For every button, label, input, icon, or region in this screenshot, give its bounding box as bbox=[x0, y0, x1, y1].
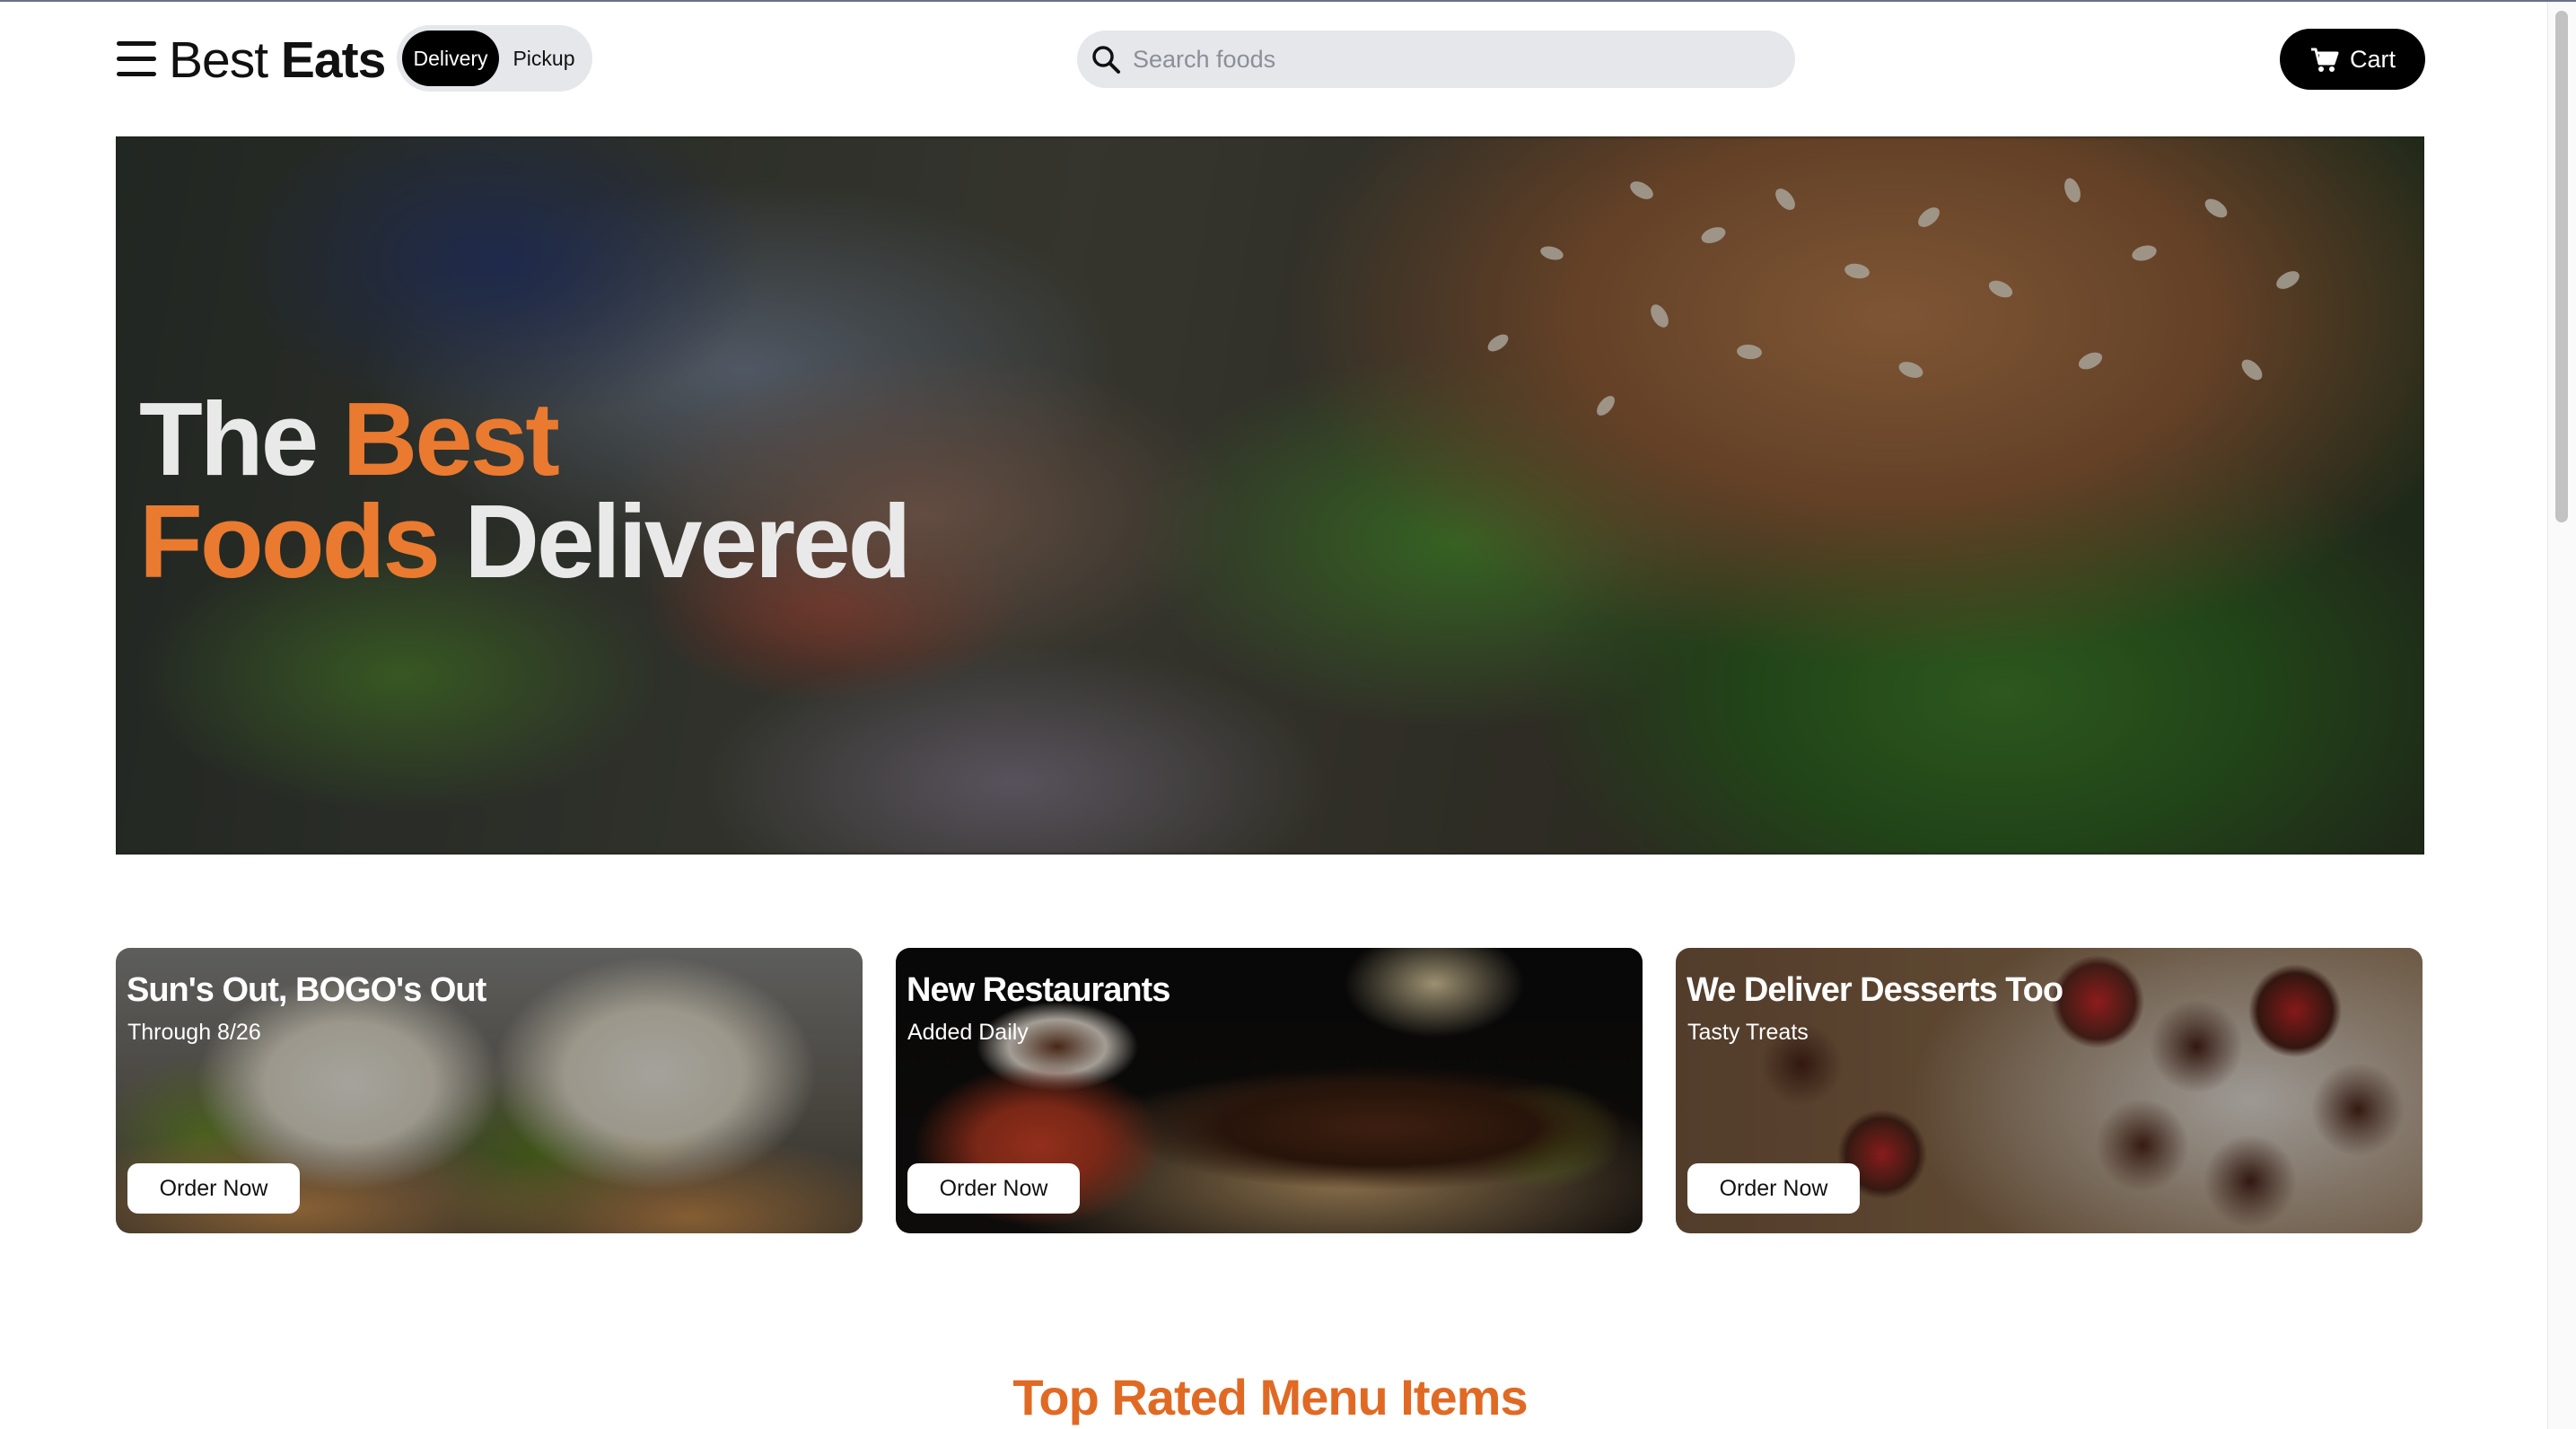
promo-card-bogo[interactable]: Sun's Out, BOGO's Out Through 8/26 Order… bbox=[116, 948, 863, 1233]
search-input[interactable] bbox=[1133, 31, 1779, 88]
promo-card-desserts[interactable]: We Deliver Desserts Too Tasty Treats Ord… bbox=[1676, 948, 2423, 1233]
cart-button[interactable]: Cart bbox=[2280, 29, 2425, 90]
search-icon bbox=[1092, 46, 1120, 74]
promo-subtitle: Added Daily bbox=[907, 1020, 1029, 1045]
delivery-pickup-toggle: Delivery Pickup bbox=[397, 25, 592, 92]
brand-name-bold: Eats bbox=[280, 31, 386, 89]
cart-icon bbox=[2311, 48, 2339, 72]
hero-headline-line-1: The Best bbox=[139, 381, 560, 497]
order-now-button[interactable]: Order Now bbox=[1687, 1163, 1860, 1214]
promo-subtitle: Through 8/26 bbox=[127, 1020, 261, 1045]
promo-subtitle: Tasty Treats bbox=[1687, 1020, 1809, 1045]
promo-card-new-restaurants[interactable]: New Restaurants Added Daily Order Now bbox=[896, 948, 1643, 1233]
promo-title: We Deliver Desserts Too bbox=[1687, 971, 2063, 1009]
order-now-button[interactable]: Order Now bbox=[127, 1163, 300, 1214]
hamburger-menu-icon[interactable] bbox=[117, 41, 156, 77]
section-heading-top-rated: Top Rated Menu Items bbox=[1012, 1369, 1528, 1425]
delivery-option[interactable]: Delivery bbox=[402, 31, 499, 86]
cart-button-label: Cart bbox=[2350, 46, 2396, 73]
search-bar bbox=[1077, 31, 1795, 88]
page: Best Eats Delivery Pickup Cart bbox=[0, 0, 2576, 1429]
page-scrollbar[interactable] bbox=[2547, 2, 2576, 1429]
hero-headline: The Best Foods Delivered bbox=[139, 381, 911, 600]
order-now-button[interactable]: Order Now bbox=[907, 1163, 1080, 1214]
hero-headline-line-2: Foods Delivered bbox=[139, 483, 911, 600]
brand-logo[interactable]: Best Eats bbox=[169, 29, 386, 92]
promo-title: Sun's Out, BOGO's Out bbox=[127, 971, 486, 1009]
promo-title: New Restaurants bbox=[907, 971, 1170, 1009]
hero-banner: The Best Foods Delivered bbox=[116, 136, 2424, 855]
brand-name-light: Best bbox=[169, 31, 268, 89]
scrollbar-thumb[interactable] bbox=[2555, 11, 2568, 522]
pickup-option[interactable]: Pickup bbox=[499, 31, 589, 86]
